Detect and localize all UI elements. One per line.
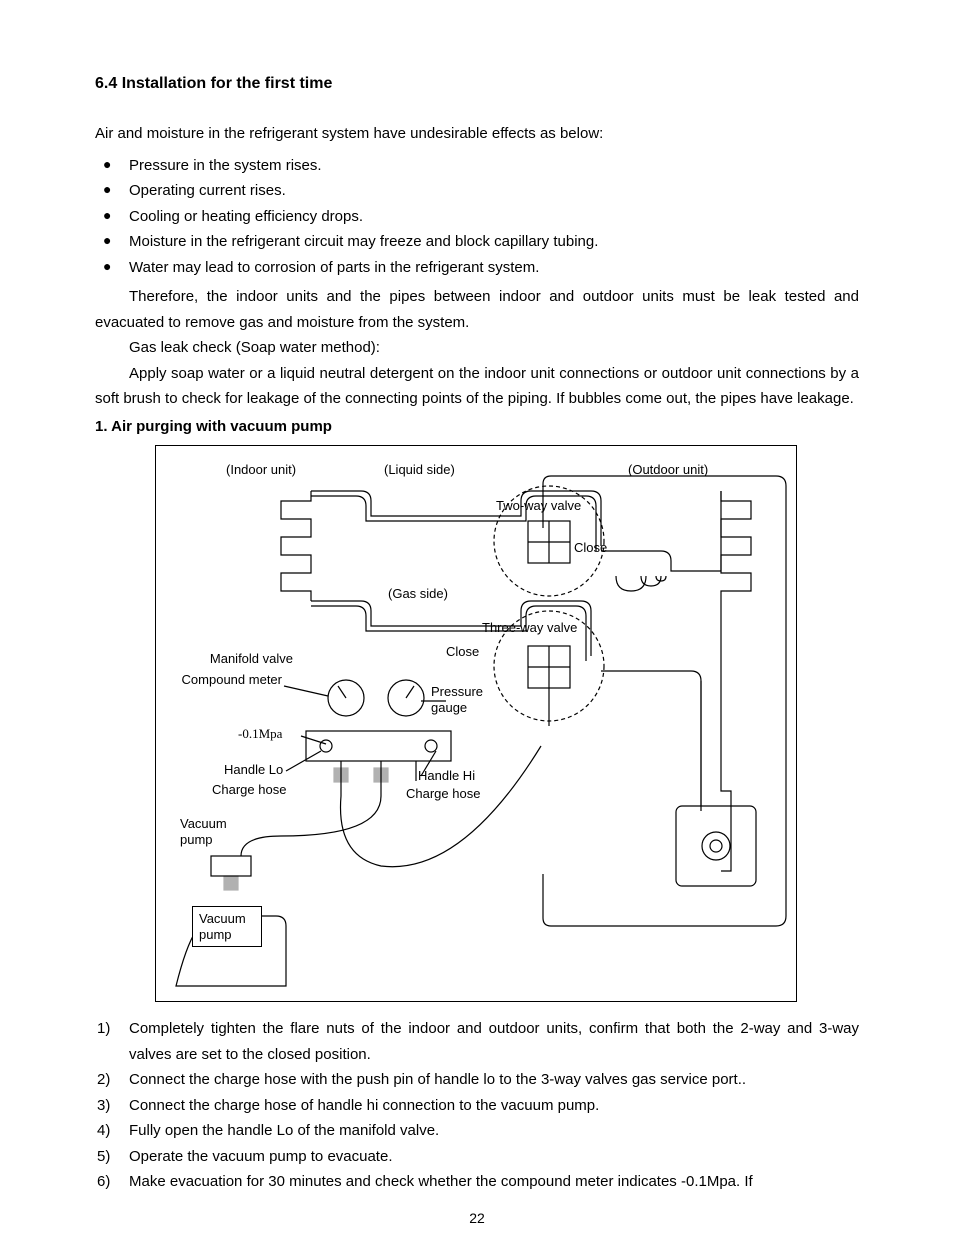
label-outdoor-unit: (Outdoor unit) xyxy=(628,462,708,478)
label-two-way-valve: Two-way valve xyxy=(496,498,581,514)
list-item: Moisture in the refrigerant circuit may … xyxy=(95,229,859,255)
paragraph-soap: Apply soap water or a liquid neutral det… xyxy=(95,361,859,412)
paragraph-therefore: Therefore, the indoor units and the pipe… xyxy=(95,284,859,335)
label-charge-hose-1: Charge hose xyxy=(212,782,286,798)
label-liquid-side: (Liquid side) xyxy=(384,462,455,478)
list-item: Operate the vacuum pump to evacuate. xyxy=(95,1144,859,1170)
list-item: Connect the charge hose with the push pi… xyxy=(95,1067,859,1093)
vacuum-pump-diagram: (Indoor unit) (Liquid side) (Outdoor uni… xyxy=(155,445,797,1002)
list-item: Make evacuation for 30 minutes and check… xyxy=(95,1169,859,1195)
label-vacuum-pump-1: Vacuum pump xyxy=(180,816,240,847)
list-item: Completely tighten the flare nuts of the… xyxy=(95,1016,859,1067)
list-item: Water may lead to corrosion of parts in … xyxy=(95,255,859,281)
label-three-way-valve: Three-way valve xyxy=(482,620,577,636)
label-mpa: -0.1Mpa xyxy=(238,726,282,742)
subheading-air-purging: 1. Air purging with vacuum pump xyxy=(95,414,859,440)
section-heading: 6.4 Installation for the first time xyxy=(95,70,859,97)
effects-list: Pressure in the system rises. Operating … xyxy=(95,153,859,281)
label-close-2: Close xyxy=(446,644,479,660)
label-charge-hose-2: Charge hose xyxy=(406,786,480,802)
paragraph-gasleak: Gas leak check (Soap water method): xyxy=(95,335,859,361)
label-vacuum-pump-2: Vacuum pump xyxy=(192,906,262,947)
list-item: Connect the charge hose of handle hi con… xyxy=(95,1093,859,1119)
label-close-1: Close xyxy=(574,540,607,556)
label-indoor-unit: (Indoor unit) xyxy=(226,462,296,478)
diagram-container: (Indoor unit) (Liquid side) (Outdoor uni… xyxy=(155,445,859,1002)
label-handle-lo: Handle Lo xyxy=(224,762,283,778)
steps-list: Completely tighten the flare nuts of the… xyxy=(95,1016,859,1195)
label-pressure-gauge: Pressure gauge xyxy=(431,684,501,715)
label-manifold-valve: Manifold valve xyxy=(198,651,293,667)
label-compound-meter: Compound meter xyxy=(170,672,282,688)
label-handle-hi: Handle Hi xyxy=(418,768,475,784)
list-item: Fully open the handle Lo of the manifold… xyxy=(95,1118,859,1144)
list-item: Operating current rises. xyxy=(95,178,859,204)
page-number: 22 xyxy=(95,1207,859,1231)
list-item: Cooling or heating efficiency drops. xyxy=(95,204,859,230)
label-gas-side: (Gas side) xyxy=(388,586,448,602)
list-item: Pressure in the system rises. xyxy=(95,153,859,179)
intro-text: Air and moisture in the refrigerant syst… xyxy=(95,121,859,147)
